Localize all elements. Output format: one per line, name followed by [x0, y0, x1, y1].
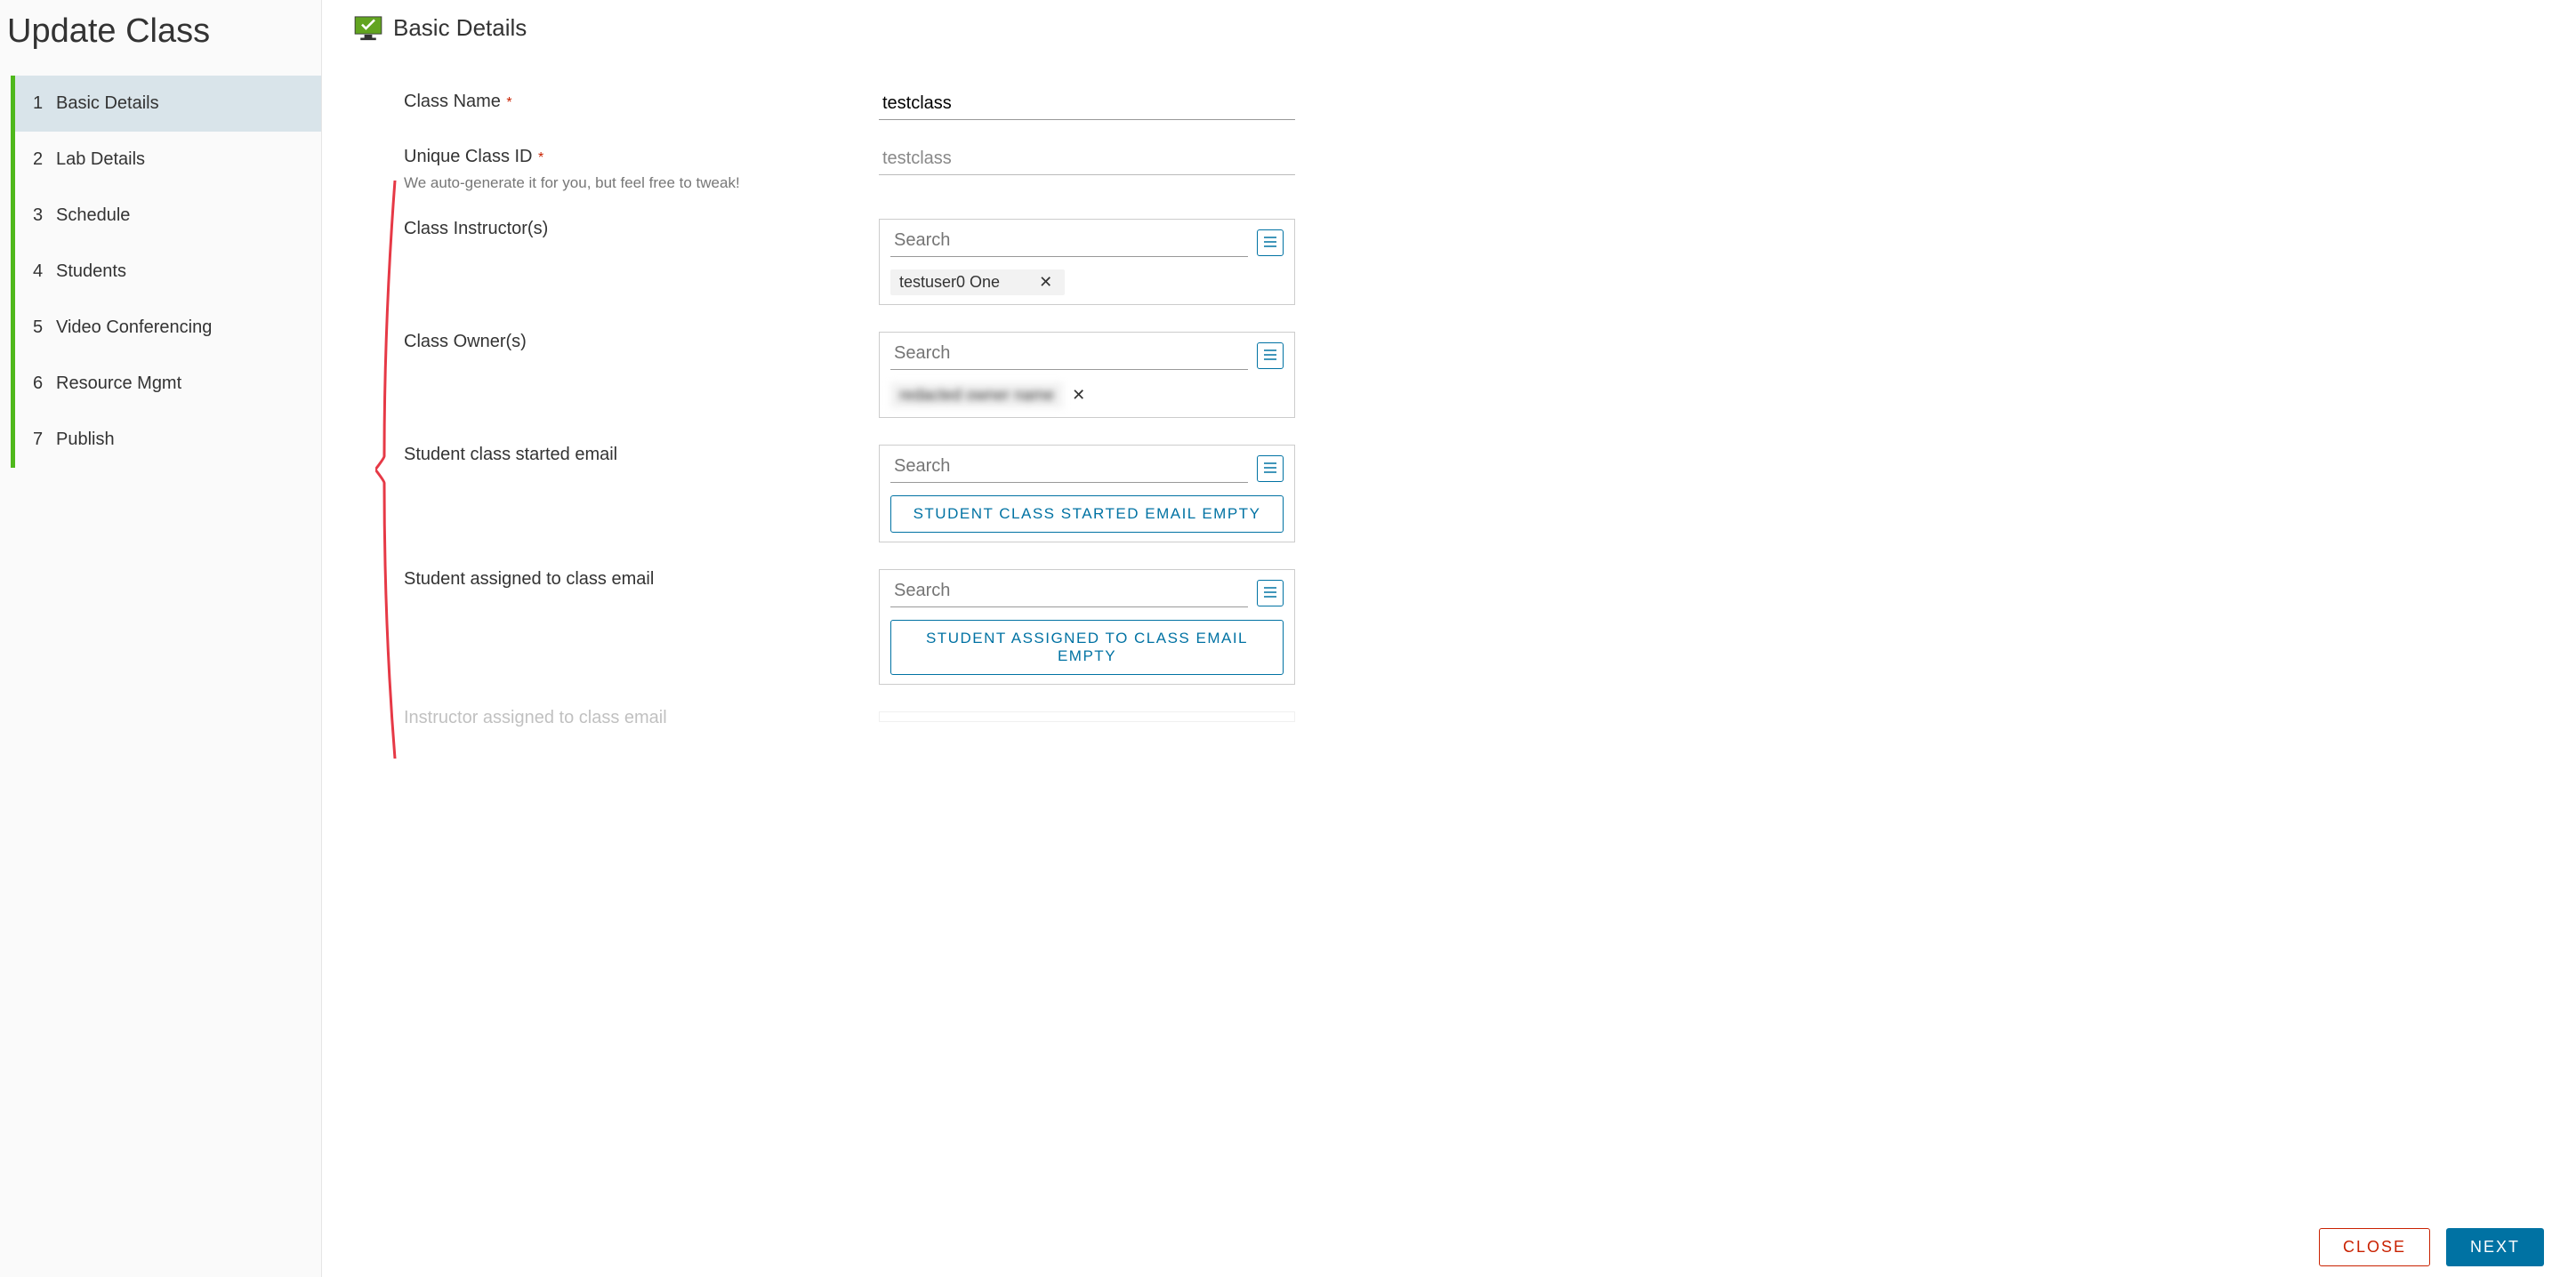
- wizard-step-video-conferencing[interactable]: 5 Video Conferencing: [15, 300, 321, 356]
- wizard-step-resource-mgmt[interactable]: 6 Resource Mgmt: [15, 356, 321, 412]
- student-started-email-picker: STUDENT CLASS STARTED EMAIL EMPTY: [879, 445, 1295, 542]
- wizard-step-lab-details[interactable]: 2 Lab Details: [15, 132, 321, 188]
- student-started-email-search-input[interactable]: [890, 454, 1248, 483]
- scroll-fade: [372, 1192, 2576, 1217]
- wizard-step-label: Schedule: [56, 205, 130, 226]
- list-icon: [1264, 587, 1276, 600]
- chip-remove-icon[interactable]: ✕: [1068, 386, 1089, 405]
- wizard-step-label: Publish: [56, 430, 115, 450]
- required-indicator: *: [538, 150, 543, 165]
- student-assigned-email-search-input[interactable]: [890, 579, 1248, 607]
- student-assigned-email-empty-banner[interactable]: STUDENT ASSIGNED TO CLASS EMAIL EMPTY: [890, 620, 1284, 675]
- instructors-label: Class Instructor(s): [404, 219, 548, 238]
- class-name-label: Class Name: [404, 92, 501, 111]
- wizard-step-students[interactable]: 4 Students: [15, 244, 321, 300]
- student-started-email-label: Student class started email: [404, 445, 617, 464]
- unique-id-helper: We auto-generate it for you, but feel fr…: [404, 174, 879, 192]
- wizard-step-basic-details[interactable]: 1 Basic Details: [15, 76, 321, 132]
- student-assigned-email-picker: STUDENT ASSIGNED TO CLASS EMAIL EMPTY: [879, 569, 1295, 685]
- instructor-chip: testuser0 One ✕: [890, 269, 1065, 295]
- instructors-picker: testuser0 One ✕: [879, 219, 1295, 305]
- form: Class Name * Unique Class ID * We auto-g…: [354, 92, 2544, 732]
- student-assigned-email-label: Student assigned to class email: [404, 569, 654, 589]
- wizard-step-label: Video Conferencing: [56, 317, 212, 338]
- section-header: Basic Details: [354, 14, 2544, 42]
- instructors-search-input[interactable]: [890, 229, 1248, 257]
- chip-remove-icon[interactable]: ✕: [1035, 273, 1056, 292]
- wizard-step-number: 7: [33, 430, 56, 450]
- wizard-steps: 1 Basic Details 2 Lab Details 3 Schedule…: [11, 76, 321, 468]
- owners-picker: redacted owner name ✕: [879, 332, 1295, 418]
- wizard-step-publish[interactable]: 7 Publish: [15, 412, 321, 468]
- student-started-email-list-button[interactable]: [1257, 455, 1284, 482]
- wizard-step-number: 6: [33, 373, 56, 394]
- instructor-assigned-email-picker: [879, 711, 1295, 722]
- wizard-step-number: 2: [33, 149, 56, 170]
- wizard-step-label: Lab Details: [56, 149, 145, 170]
- instructors-list-button[interactable]: [1257, 229, 1284, 256]
- sidebar: Update Class 1 Basic Details 2 Lab Detai…: [0, 0, 322, 1277]
- list-icon: [1264, 462, 1276, 476]
- list-icon: [1264, 349, 1276, 363]
- student-started-email-empty-banner[interactable]: STUDENT CLASS STARTED EMAIL EMPTY: [890, 495, 1284, 533]
- wizard-step-number: 4: [33, 261, 56, 282]
- wizard-step-number: 5: [33, 317, 56, 338]
- owner-chip-redacted: redacted owner name: [890, 382, 1063, 408]
- owners-search-input[interactable]: [890, 341, 1248, 370]
- chip-label: redacted owner name: [899, 386, 1054, 405]
- wizard-step-label: Basic Details: [56, 93, 159, 114]
- unique-id-input[interactable]: [879, 147, 1295, 175]
- required-indicator: *: [506, 95, 511, 110]
- instructor-assigned-email-label: Instructor assigned to class email: [404, 708, 667, 727]
- wizard-step-label: Students: [56, 261, 126, 282]
- page-title: Update Class: [0, 0, 321, 76]
- section-title: Basic Details: [393, 14, 527, 42]
- unique-id-label: Unique Class ID: [404, 147, 533, 166]
- student-assigned-email-list-button[interactable]: [1257, 580, 1284, 606]
- main-content: Basic Details Class Name * Unique Class …: [322, 0, 2576, 1277]
- wizard-step-number: 3: [33, 205, 56, 226]
- owners-list-button[interactable]: [1257, 342, 1284, 369]
- wizard-step-number: 1: [33, 93, 56, 114]
- owners-label: Class Owner(s): [404, 332, 527, 351]
- class-name-input[interactable]: [879, 92, 1295, 120]
- wizard-step-schedule[interactable]: 3 Schedule: [15, 188, 321, 244]
- chip-label: testuser0 One: [899, 273, 1000, 292]
- wizard-step-label: Resource Mgmt: [56, 373, 181, 394]
- footer-actions: CLOSE NEXT: [2319, 1228, 2544, 1266]
- monitor-check-icon: [354, 16, 382, 41]
- annotation-bracket-icon: [375, 181, 402, 759]
- close-button[interactable]: CLOSE: [2319, 1228, 2430, 1266]
- next-button[interactable]: NEXT: [2446, 1228, 2544, 1266]
- list-icon: [1264, 237, 1276, 250]
